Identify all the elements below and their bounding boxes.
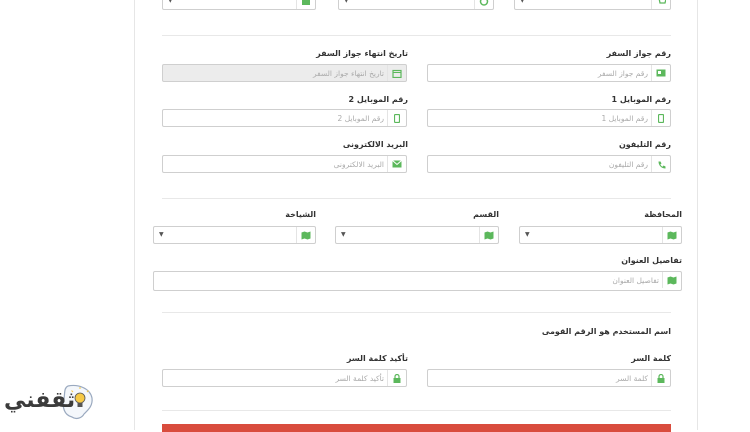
- chevron-down-icon: ▼: [159, 231, 164, 238]
- village-label: الشياخة: [285, 210, 316, 219]
- district-select[interactable]: ▼: [335, 226, 499, 244]
- mobile2-label: رقم الموبايل 2: [348, 95, 408, 104]
- calendar-icon: [387, 65, 406, 81]
- top-select-3[interactable]: ▼: [514, 0, 671, 10]
- passport-expiry-label: تاريخ انتهاء جواز السفر: [316, 49, 408, 58]
- divider: [162, 198, 671, 199]
- top-select-2[interactable]: ▼: [338, 0, 494, 10]
- mobile1-label: رقم الموبايل 1: [611, 95, 671, 104]
- mobile-icon: [387, 110, 406, 126]
- username-note: اسم المستخدم هو الرقم القومى: [541, 327, 671, 336]
- address-label: تفاصيل العنوان: [621, 256, 682, 265]
- email-label: البريد الالكترونى: [342, 140, 408, 149]
- password-field[interactable]: كلمة السر: [427, 369, 671, 387]
- divider: [162, 312, 671, 313]
- email-field[interactable]: البريد الالكترونى: [162, 155, 407, 173]
- divider: [162, 35, 671, 36]
- cart-icon: [651, 0, 670, 9]
- village-select[interactable]: ▼: [153, 226, 316, 244]
- submit-button[interactable]: [162, 424, 671, 432]
- lock-icon: [387, 370, 406, 386]
- phone-field[interactable]: رقم التليفون: [427, 155, 671, 173]
- chevron-down-icon: ▼: [168, 0, 173, 4]
- passport-expiry-field[interactable]: تاريخ انتهاء جواز السفر: [162, 64, 407, 82]
- confirm-password-field[interactable]: تأكيد كلمة السر: [162, 369, 407, 387]
- lock-icon: [651, 370, 670, 386]
- chevron-down-icon: ▼: [341, 231, 346, 238]
- mobile2-field[interactable]: رقم الموبايل 2: [162, 109, 407, 127]
- map-icon: [479, 227, 498, 243]
- divider: [162, 410, 671, 411]
- confirm-password-label: تأكيد كلمة السر: [346, 354, 408, 363]
- id-card-icon: [651, 65, 670, 81]
- address-field[interactable]: تفاصيل العنوان: [153, 271, 682, 291]
- governorate-label: المحافظة: [644, 210, 682, 219]
- envelope-icon: [387, 156, 406, 172]
- passport-number-field[interactable]: رقم جواز السفر: [427, 64, 671, 82]
- governorate-select[interactable]: ▼: [519, 226, 682, 244]
- globe-icon: [474, 0, 493, 9]
- map-icon: [662, 272, 681, 288]
- chevron-down-icon: ▼: [520, 0, 525, 4]
- passport-number-label: رقم جواز السفر: [606, 49, 671, 58]
- chevron-down-icon: ▼: [344, 0, 349, 4]
- phone-label: رقم التليفون: [618, 140, 671, 149]
- mobile-icon: [651, 110, 670, 126]
- mobile1-field[interactable]: رقم الموبايل 1: [427, 109, 671, 127]
- chevron-down-icon: ▼: [525, 231, 530, 238]
- map-icon: [662, 227, 681, 243]
- password-label: كلمة السر: [631, 354, 671, 363]
- map-icon: [296, 227, 315, 243]
- logo-text: ثقفني: [4, 388, 76, 413]
- top-select-1[interactable]: ▼: [162, 0, 316, 10]
- phone-icon: [651, 156, 670, 172]
- map-icon: [296, 0, 315, 9]
- district-label: القسم: [473, 210, 499, 219]
